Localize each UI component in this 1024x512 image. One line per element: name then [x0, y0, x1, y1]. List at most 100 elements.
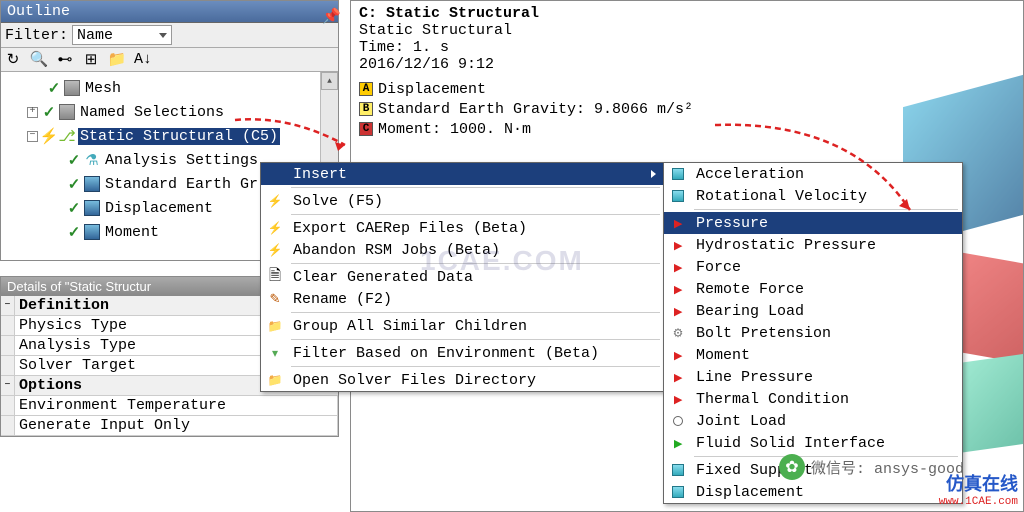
menu-open-solver[interactable]: Open Solver Files Directory	[261, 369, 664, 391]
joint-icon	[668, 412, 688, 430]
bolt-icon	[265, 192, 285, 210]
prop-gen-input[interactable]: Generate Input Only	[1, 416, 338, 436]
menu-label: Export CAERep Files (Beta)	[293, 220, 656, 237]
chevron-down-icon	[159, 33, 167, 38]
clear-icon: 🗎	[265, 268, 285, 286]
menu-label: Open Solver Files Directory	[293, 372, 656, 389]
menu-acceleration[interactable]: Acceleration	[664, 163, 962, 185]
legend-label-c: Moment: 1000. N·m	[378, 121, 531, 138]
legend-label-b: Standard Earth Gravity: 9.8066 m/s²	[378, 101, 693, 118]
bolt-icon	[265, 219, 285, 237]
collapse-icon[interactable]: ⊞	[83, 52, 99, 68]
menu-label: Fluid Solid Interface	[696, 435, 954, 452]
bolt-icon: ⚡	[42, 129, 56, 143]
brand-name: 仿真在线	[939, 470, 1018, 496]
branch-icon: ⎇	[59, 128, 75, 144]
menu-rotational-velocity[interactable]: Rotational Velocity	[664, 185, 962, 207]
menu-insert[interactable]: Insert	[261, 163, 664, 185]
tree-item-mesh[interactable]: ✓ Mesh	[3, 76, 336, 100]
tree-label-displacement: Displacement	[103, 200, 215, 217]
menu-bearing-load[interactable]: ▸Bearing Load	[664, 300, 962, 322]
submenu-arrow-icon	[651, 170, 656, 178]
menu-remote-force[interactable]: ▸ Remote Force	[664, 278, 962, 300]
menu-separator	[291, 187, 660, 188]
expand-minus-icon[interactable]: −	[27, 131, 38, 142]
filter-row: Filter: Name	[1, 23, 338, 48]
cube-icon	[668, 165, 688, 183]
tree-item-named-selections[interactable]: + ✓ Named Selections	[3, 100, 336, 124]
cube-icon	[668, 187, 688, 205]
menu-separator	[291, 366, 660, 367]
menu-thermal[interactable]: ▸Thermal Condition	[664, 388, 962, 410]
menu-label: Filter Based on Environment (Beta)	[293, 345, 656, 362]
menu-pressure[interactable]: ▸Pressure	[664, 212, 962, 234]
search-icon[interactable]: 🔍	[31, 52, 47, 68]
prop-label: Environment Temperature	[15, 396, 338, 415]
menu-force[interactable]: ▸Force	[664, 256, 962, 278]
check-icon: ✓	[67, 177, 81, 191]
legend-box-b: B	[359, 102, 373, 116]
tree-label-static-structural: Static Structural (C5)	[78, 128, 280, 145]
pressure-icon: ▸	[668, 368, 688, 386]
menu-joint-load[interactable]: Joint Load	[664, 410, 962, 432]
bolt-icon	[265, 241, 285, 259]
gravity-icon	[84, 176, 100, 192]
watermark: 1CAE.COM	[420, 245, 584, 277]
outline-title: Outline	[7, 3, 70, 20]
collapse-minus-icon[interactable]: −	[1, 376, 15, 395]
scroll-up-icon[interactable]: ▲	[321, 72, 338, 90]
menu-label: Acceleration	[696, 166, 954, 183]
menu-label: Group All Similar Children	[293, 318, 656, 335]
check-icon: ✓	[47, 81, 61, 95]
sort-icon[interactable]: A↓	[135, 52, 151, 68]
thermal-icon: ▸	[668, 390, 688, 408]
wechat-icon: ✿	[779, 454, 805, 480]
blank-icon	[265, 165, 285, 183]
check-icon: ✓	[67, 225, 81, 239]
collapse-minus-icon[interactable]: −	[1, 296, 15, 315]
expand-plus-icon[interactable]: +	[27, 107, 38, 118]
menu-hydrostatic-pressure[interactable]: ▸Hydrostatic Pressure	[664, 234, 962, 256]
filter-label: Filter:	[5, 27, 68, 44]
prop-env-temp[interactable]: Environment Temperature	[1, 396, 338, 416]
legend-box-a: A	[359, 82, 373, 96]
menu-fluid-solid[interactable]: ▸Fluid Solid Interface	[664, 432, 962, 454]
tree-label-analysis-settings: Analysis Settings	[103, 152, 260, 169]
filter-select[interactable]: Name	[72, 25, 172, 45]
bolt-icon	[668, 324, 688, 342]
settings-icon: ⚗	[84, 152, 100, 168]
brand-url: www.1CAE.com	[939, 496, 1018, 508]
load-icon: ▸	[668, 302, 688, 320]
selection-icon	[59, 104, 75, 120]
menu-label: Rename (F2)	[293, 291, 656, 308]
menu-label: Insert	[293, 166, 651, 183]
menu-bolt-pretension[interactable]: Bolt Pretension	[664, 322, 962, 344]
folder-icon[interactable]: 📁	[109, 52, 125, 68]
menu-moment[interactable]: ▸Moment	[664, 344, 962, 366]
legend-box-c: C	[359, 122, 373, 136]
tree-item-static-structural[interactable]: − ⚡ ⎇ Static Structural (C5)	[3, 124, 336, 148]
menu-label: Line Pressure	[696, 369, 954, 386]
check-icon: ✓	[67, 201, 81, 215]
menu-line-pressure[interactable]: ▸ Line Pressure	[664, 366, 962, 388]
pin-icon[interactable]: 📌	[322, 7, 332, 17]
context-submenu-insert: Acceleration Rotational Velocity ▸Pressu…	[663, 162, 963, 504]
check-icon: ✓	[67, 153, 81, 167]
menu-solve[interactable]: Solve (F5)	[261, 190, 664, 212]
menu-label: Remote Force	[696, 281, 954, 298]
tree-label-moment: Moment	[103, 224, 161, 241]
displacement-icon	[84, 200, 100, 216]
menu-label: Solve (F5)	[293, 193, 656, 210]
menu-filter-env[interactable]: Filter Based on Environment (Beta)	[261, 342, 664, 364]
wechat-badge: ✿ 微信号: ansys-good	[779, 454, 964, 480]
menu-displacement[interactable]: Displacement	[664, 481, 962, 503]
menu-label: Bolt Pretension	[696, 325, 954, 342]
refresh-icon[interactable]: ↻	[5, 52, 21, 68]
menu-export-caerep[interactable]: Export CAERep Files (Beta)	[261, 217, 664, 239]
menu-separator	[291, 339, 660, 340]
menu-group-children[interactable]: Group All Similar Children	[261, 315, 664, 337]
expand-icon[interactable]: ⊷	[57, 52, 73, 68]
menu-separator	[694, 209, 958, 210]
menu-rename[interactable]: Rename (F2)	[261, 288, 664, 310]
force-icon: ▸	[668, 280, 688, 298]
